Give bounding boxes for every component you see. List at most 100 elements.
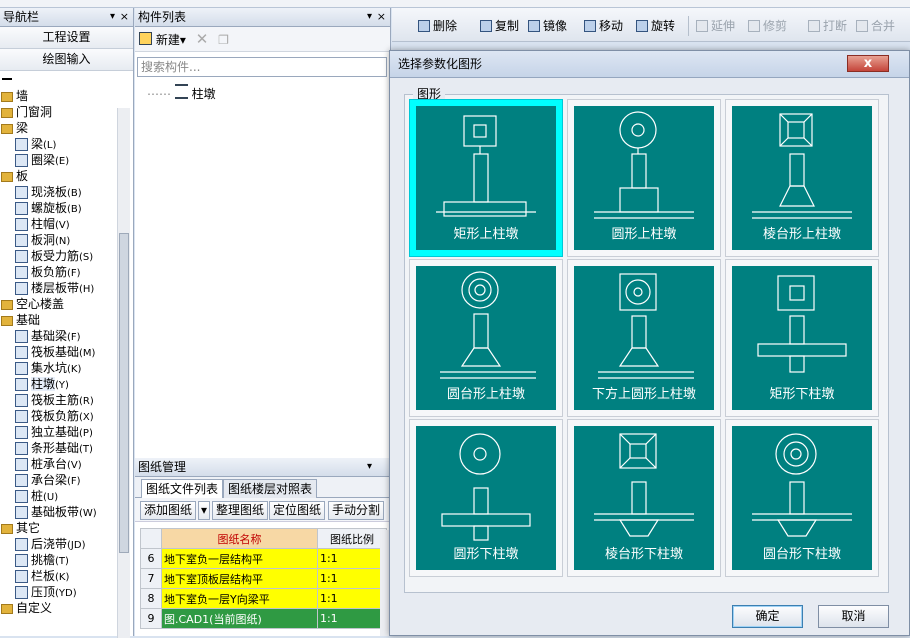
tree-item[interactable]: 螺旋板(B) bbox=[0, 200, 118, 216]
pin-icon[interactable]: ▾ bbox=[367, 458, 372, 476]
shape-tile[interactable]: 圆台形下柱墩 bbox=[725, 419, 879, 577]
tree-item[interactable]: 基础梁(F) bbox=[0, 328, 118, 344]
pin-icon[interactable]: ▾ bbox=[110, 8, 115, 26]
shape-tile[interactable]: 棱台形下柱墩 bbox=[567, 419, 721, 577]
extend-button[interactable]: 延伸 bbox=[696, 17, 735, 35]
manual-split-button[interactable]: 手动分割 bbox=[328, 501, 385, 520]
tree-item[interactable]: 挑檐(T) bbox=[0, 552, 118, 568]
tree-folder[interactable]: 空心楼盖 bbox=[0, 296, 118, 312]
copy-icon[interactable]: ❐ bbox=[218, 33, 229, 47]
component-icon bbox=[15, 378, 28, 391]
tree-item-shortcut: (K) bbox=[55, 572, 70, 583]
rotate-button[interactable]: 旋转 bbox=[636, 17, 675, 35]
tree-item[interactable]: 圈梁(E) bbox=[0, 152, 118, 168]
tree-item[interactable]: 承台梁(F) bbox=[0, 472, 118, 488]
tree-folder[interactable]: 门窗洞 bbox=[0, 104, 118, 120]
mirror-button[interactable]: 镜像 bbox=[528, 17, 567, 35]
tree-folder[interactable]: 板 bbox=[0, 168, 118, 184]
shape-tile[interactable]: 下方上圆形上柱墩 bbox=[567, 259, 721, 417]
tree-item[interactable]: 柱帽(V) bbox=[0, 216, 118, 232]
tree-item[interactable]: 独立基础(P) bbox=[0, 424, 118, 440]
component-list-panel: 构件列表 ▾ × 新建▾ ✕ ❐ 搜索构件... ⚲ ⋯⋯ 柱墩 bbox=[135, 8, 400, 458]
tree-folder[interactable]: 基础 bbox=[0, 312, 118, 328]
drawing-scale-cell[interactable]: 1:1 bbox=[316, 588, 388, 609]
tree-item[interactable]: 基础板带(W) bbox=[0, 504, 118, 520]
shape-tile[interactable]: 圆形下柱墩 bbox=[409, 419, 563, 577]
tree-item[interactable]: 桩(U) bbox=[0, 488, 118, 504]
shape-preview: 矩形上柱墩 bbox=[416, 106, 556, 250]
drawing-scale-cell[interactable]: 1:1 bbox=[316, 548, 388, 569]
copy-button[interactable]: 复制 bbox=[480, 17, 519, 35]
drawing-name-cell[interactable]: 地下室顶板层结构平 bbox=[161, 568, 318, 589]
drawing-scale-cell[interactable]: 1:1 bbox=[316, 568, 388, 589]
tree-item[interactable]: 栏板(K) bbox=[0, 568, 118, 584]
delete-icon[interactable]: ✕ bbox=[196, 30, 209, 48]
tree-item[interactable]: 筏板基础(M) bbox=[0, 344, 118, 360]
component-node[interactable]: ⋯⋯ 柱墩 bbox=[147, 84, 216, 102]
drawing-name-cell[interactable]: 图.CAD1(当前图纸) bbox=[161, 608, 318, 629]
locate-drawing-button[interactable]: 定位图纸 bbox=[269, 501, 326, 520]
table-row[interactable]: 8 地下室负一层Y向梁平 1:1 bbox=[140, 588, 388, 609]
table-row[interactable]: 9 图.CAD1(当前图纸) 1:1 bbox=[140, 608, 388, 629]
dropdown-icon[interactable]: ▾ bbox=[198, 501, 210, 520]
tree-folder[interactable]: 墙 bbox=[0, 88, 118, 104]
tree-folder[interactable]: 其它 bbox=[0, 520, 118, 536]
tab-floor-mapping[interactable]: 图纸楼层对照表 bbox=[223, 479, 318, 498]
scroll-thumb[interactable] bbox=[119, 233, 129, 553]
move-button[interactable]: 移动 bbox=[584, 17, 623, 35]
shape-tile[interactable]: 棱台形上柱墩 bbox=[725, 99, 879, 257]
tree-item[interactable]: 板洞(N) bbox=[0, 232, 118, 248]
tree-item[interactable]: 桩承台(V) bbox=[0, 456, 118, 472]
tree-item[interactable]: 梁(L) bbox=[0, 136, 118, 152]
search-input[interactable]: 搜索构件... ⚲ bbox=[137, 57, 400, 77]
tree-folder[interactable]: 梁 bbox=[0, 120, 118, 136]
dropdown-icon[interactable]: ▾ bbox=[180, 33, 186, 47]
close-icon[interactable]: × bbox=[120, 8, 129, 26]
component-icon bbox=[15, 282, 28, 295]
tree-item[interactable]: 后浇带(JD) bbox=[0, 536, 118, 552]
pin-icon[interactable]: ▾ bbox=[367, 8, 372, 26]
trim-button[interactable]: 修剪 bbox=[748, 17, 787, 35]
tree-item[interactable]: 压顶(YD) bbox=[0, 584, 118, 600]
shape-tile[interactable]: 圆台形上柱墩 bbox=[409, 259, 563, 417]
shape-tile[interactable]: 矩形下柱墩 bbox=[725, 259, 879, 417]
tree-item[interactable]: 柱墩(Y) bbox=[0, 376, 118, 392]
table-row[interactable]: 7 地下室顶板层结构平 1:1 bbox=[140, 568, 388, 589]
drawing-scale-cell[interactable]: 1:1 bbox=[316, 608, 388, 629]
tree-item[interactable]: 筏板负筋(X) bbox=[0, 408, 118, 424]
delete-button[interactable]: 删除 bbox=[418, 17, 457, 35]
tree-item[interactable]: 现浇板(B) bbox=[0, 184, 118, 200]
tree-item-shortcut: (V) bbox=[67, 460, 82, 471]
tree-item[interactable]: 条形基础(T) bbox=[0, 440, 118, 456]
collapse-icon[interactable] bbox=[2, 78, 12, 80]
drawing-name-cell[interactable]: 地下室负一层Y向梁平 bbox=[161, 588, 318, 609]
shape-tile[interactable]: 圆形上柱墩 bbox=[567, 99, 721, 257]
new-button[interactable]: 新建 bbox=[156, 33, 180, 47]
column-header-name[interactable]: 图纸名称 bbox=[161, 528, 318, 549]
tree-item[interactable]: 筏板主筋(R) bbox=[0, 392, 118, 408]
tree-folder[interactable]: 自定义 bbox=[0, 600, 118, 616]
organize-drawing-button[interactable]: 整理图纸 bbox=[212, 501, 269, 520]
drawing-button-row: 添加图纸 ▾ 整理图纸 定位图纸 手动分割 bbox=[135, 498, 390, 522]
shape-tile[interactable]: 矩形上柱墩 bbox=[409, 99, 563, 257]
drawing-name-cell[interactable]: 地下室负一层结构平 bbox=[161, 548, 318, 569]
merge-button[interactable]: 合并 bbox=[856, 17, 895, 35]
cancel-button[interactable]: 取消 bbox=[818, 605, 889, 628]
nav-button-project-settings[interactable]: 工程设置 bbox=[0, 27, 133, 49]
table-row[interactable]: 6 地下室负一层结构平 1:1 bbox=[140, 548, 388, 569]
nav-scrollbar[interactable] bbox=[117, 108, 130, 638]
shape-group: 图形 矩形上柱墩 圆形上柱墩 棱台形上柱墩 圆台形上柱墩 下方上圆形上柱墩 矩形下柱墩 圆形… bbox=[404, 85, 889, 593]
tree-item[interactable]: 集水坑(K) bbox=[0, 360, 118, 376]
tree-item[interactable]: 板负筋(F) bbox=[0, 264, 118, 280]
tree-item[interactable]: 板受力筋(S) bbox=[0, 248, 118, 264]
nav-button-drawing-input[interactable]: 绘图输入 bbox=[0, 49, 133, 71]
column-header-scale[interactable]: 图纸比例 bbox=[316, 528, 388, 549]
tree-item[interactable]: 楼层板带(H) bbox=[0, 280, 118, 296]
add-drawing-button[interactable]: 添加图纸 bbox=[140, 501, 197, 520]
component-icon bbox=[15, 362, 28, 375]
close-button[interactable]: x bbox=[847, 55, 889, 72]
ok-button[interactable]: 确定 bbox=[732, 605, 803, 628]
close-icon[interactable]: × bbox=[377, 8, 386, 26]
break-button[interactable]: 打断 bbox=[808, 17, 847, 35]
tab-drawing-files[interactable]: 图纸文件列表 bbox=[141, 479, 224, 498]
